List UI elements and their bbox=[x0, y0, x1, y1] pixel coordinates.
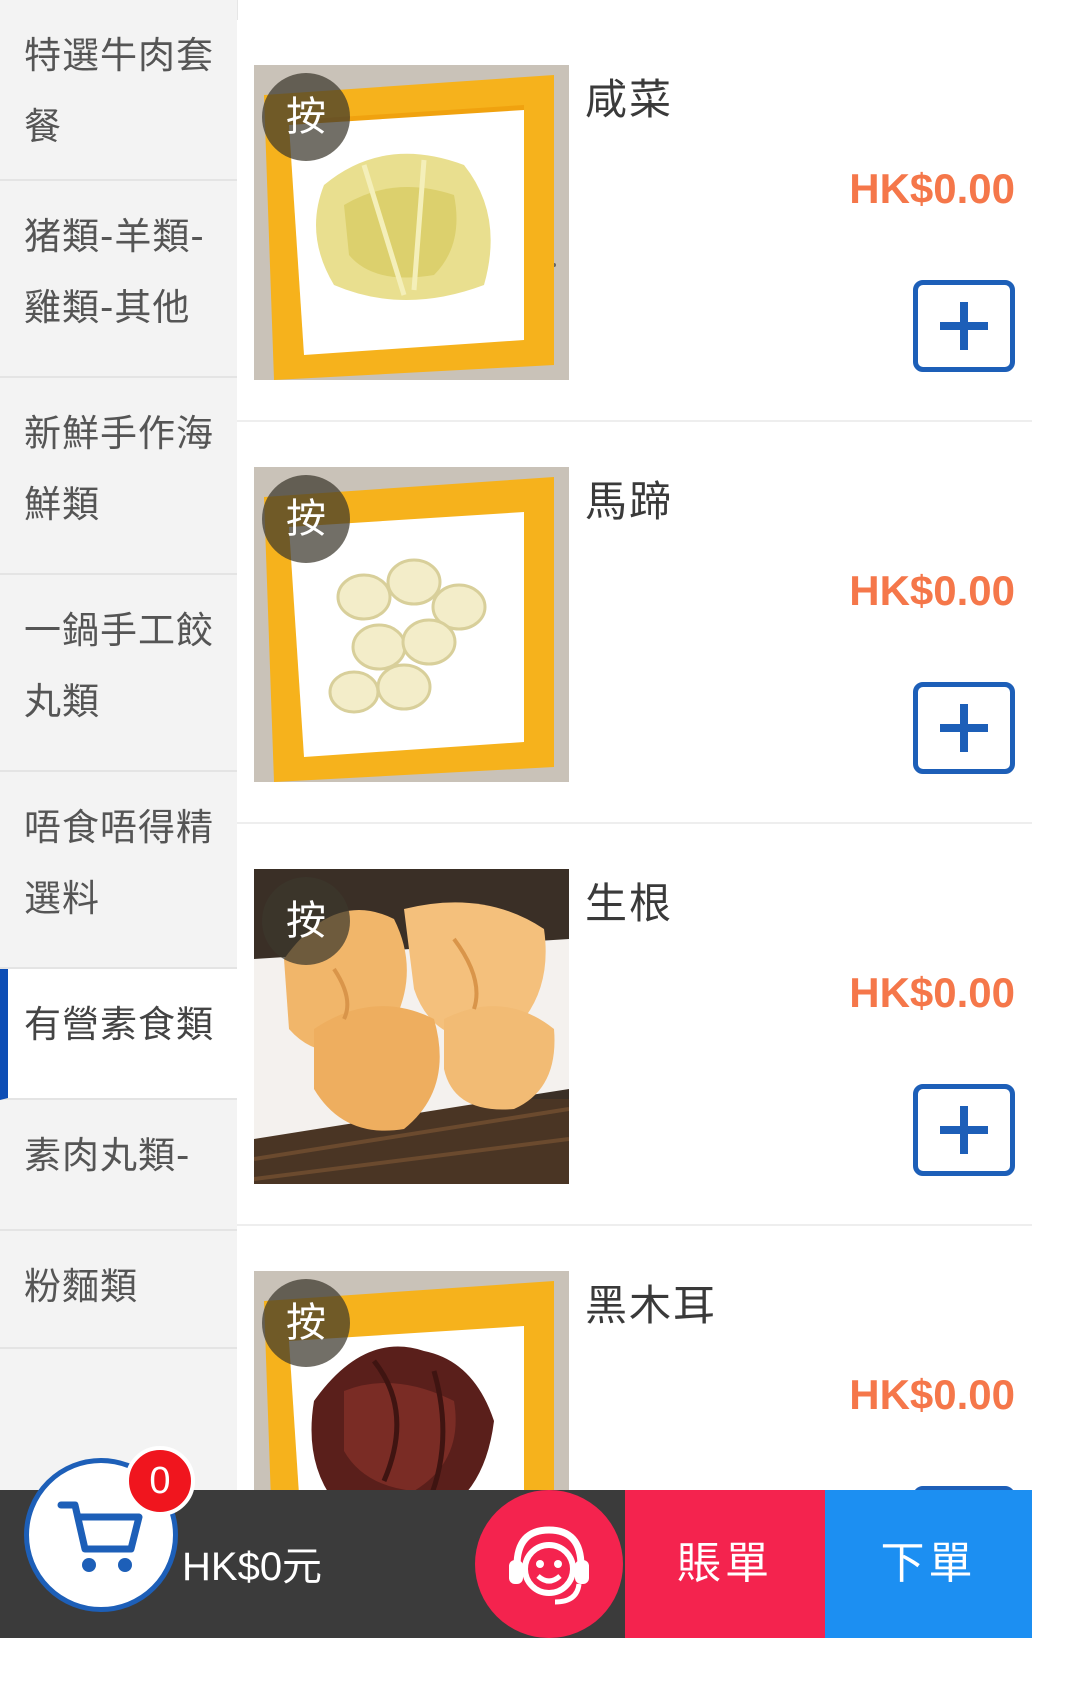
sidebar-item-seafood[interactable]: 新鮮手作海鮮類 bbox=[0, 378, 237, 575]
menu-item-card: 按 生根 HK$0.00 bbox=[237, 824, 1032, 1226]
press-badge: 按 bbox=[262, 475, 350, 563]
item-price: HK$0.00 bbox=[849, 165, 1015, 212]
item-price: HK$0.00 bbox=[849, 567, 1015, 614]
add-to-cart-button[interactable] bbox=[913, 1084, 1015, 1176]
cart-icon bbox=[57, 1501, 143, 1572]
add-to-cart-button[interactable] bbox=[913, 682, 1015, 774]
sidebar-item-noodles[interactable]: 粉麵類 bbox=[0, 1231, 237, 1349]
menu-item-card: 按 馬蹄 HK$0.00 bbox=[237, 422, 1032, 824]
sidebar-item-featured[interactable]: 唔食唔得精選料 bbox=[0, 772, 237, 969]
item-name: 馬蹄 bbox=[585, 477, 674, 526]
sidebar-item-label: 素肉丸類- bbox=[24, 1134, 191, 1177]
sidebar-item-label: 有營素食類 bbox=[24, 1003, 214, 1046]
category-sidebar: 特選牛肉套餐 猪類-羊類-雞類-其他 新鮮手作海鮮類 一鍋手工餃丸類 唔食唔得精… bbox=[0, 0, 238, 1490]
press-badge: 按 bbox=[262, 1279, 350, 1367]
sidebar-item-label: 粉麵類 bbox=[24, 1265, 138, 1308]
item-photo[interactable]: 按 bbox=[254, 65, 569, 380]
sidebar-item-label: 一鍋手工餃丸類 bbox=[24, 609, 214, 723]
item-name: 生根 bbox=[585, 879, 674, 928]
item-name: 咸菜 bbox=[585, 75, 674, 124]
item-price: HK$0.00 bbox=[849, 969, 1015, 1016]
bill-button[interactable]: 賬單 bbox=[625, 1490, 825, 1638]
sidebar-item-beef-set[interactable]: 特選牛肉套餐 bbox=[0, 0, 237, 181]
cart-total: HK$0元 bbox=[182, 1545, 323, 1589]
sidebar-item-label: 唔食唔得精選料 bbox=[24, 806, 214, 920]
sidebar-item-pork-lamb-chicken[interactable]: 猪類-羊類-雞類-其他 bbox=[0, 181, 237, 378]
menu-item-card: 按 咸菜 HK$0.00 bbox=[237, 20, 1032, 422]
sidebar-item-label: 新鮮手作海鮮類 bbox=[24, 412, 214, 526]
item-name: 黑木耳 bbox=[585, 1281, 718, 1330]
plus-icon bbox=[940, 704, 988, 752]
sidebar-item-label: 猪類-羊類-雞類-其他 bbox=[24, 215, 205, 329]
sidebar-item-veg-meatballs[interactable]: 素肉丸類- bbox=[0, 1100, 237, 1231]
plus-icon bbox=[940, 1106, 988, 1154]
sidebar-item-label: 特選牛肉套餐 bbox=[24, 34, 214, 148]
sidebar-item-vegetarian[interactable]: 有營素食類 bbox=[0, 969, 237, 1100]
press-badge: 按 bbox=[262, 73, 350, 161]
add-to-cart-button[interactable] bbox=[913, 280, 1015, 372]
sidebar-item-dumplings[interactable]: 一鍋手工餃丸類 bbox=[0, 575, 237, 772]
item-photo[interactable]: 按 bbox=[254, 467, 569, 782]
cart-count-badge: 0 bbox=[125, 1446, 195, 1516]
press-badge: 按 bbox=[262, 877, 350, 965]
item-photo[interactable]: 按 bbox=[254, 869, 569, 1184]
place-order-button[interactable]: 下單 bbox=[825, 1490, 1032, 1638]
customer-service-icon bbox=[509, 1526, 589, 1605]
item-price: HK$0.00 bbox=[849, 1371, 1015, 1418]
plus-icon bbox=[940, 302, 988, 350]
customer-service-button[interactable] bbox=[475, 1490, 623, 1638]
